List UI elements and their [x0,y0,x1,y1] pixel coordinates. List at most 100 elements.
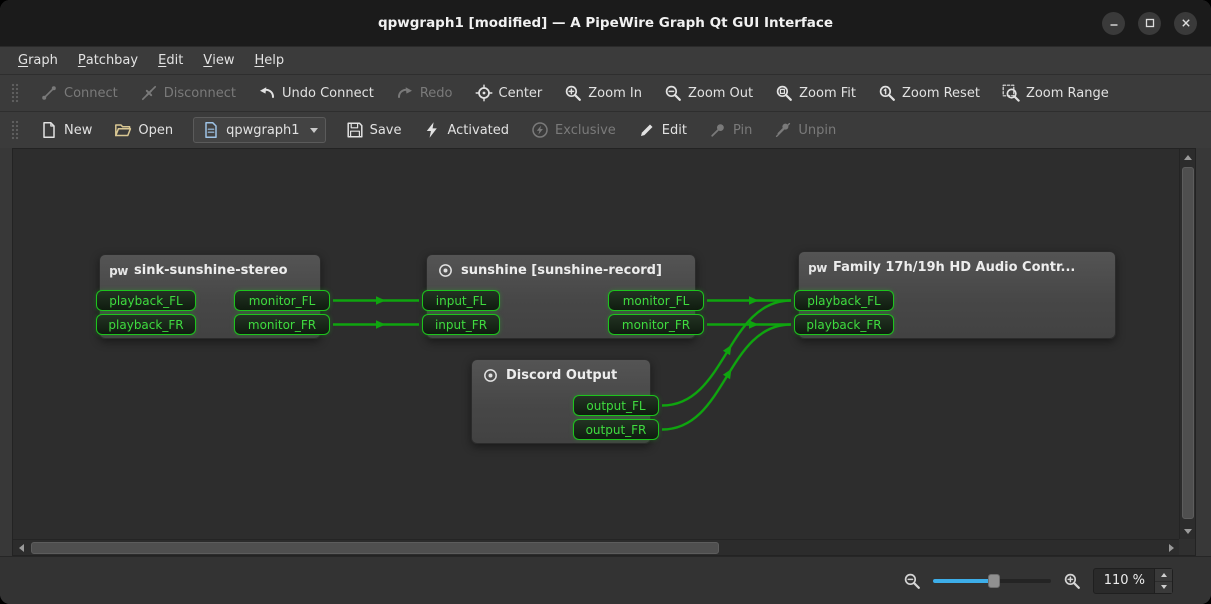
port-sink-playback_FR[interactable]: playback_FR [96,314,196,335]
vertical-scrollbar-handle[interactable] [1182,167,1194,519]
save-button[interactable]: Save [336,116,412,144]
node-header[interactable]: sunshine [sunshine-record] [427,255,695,286]
maximize-button[interactable] [1138,12,1161,35]
toolbar-label: Disconnect [164,86,236,101]
open-button[interactable]: Open [104,116,183,144]
node-header[interactable]: pwsink-sunshine-stereo [100,255,320,286]
undo-connect-button[interactable]: Undo Connect [248,79,384,107]
redo-button[interactable]: Redo [386,79,463,107]
open-folder-icon [114,121,132,139]
new-button[interactable]: New [30,116,102,144]
edit-button[interactable]: Edit [628,116,697,144]
app-window: qpwgraph1 [modified] — A PipeWire Graph … [0,0,1211,604]
spin-up-button[interactable] [1155,569,1172,581]
zoom-out-icon[interactable] [903,572,921,590]
port-sunshine-input_FR[interactable]: input_FR [422,314,500,335]
toolbar-drag-handle[interactable] [11,83,19,103]
zoom-slider-handle[interactable] [988,574,1000,588]
chevron-down-icon [310,128,318,133]
port-family-playback_FR[interactable]: playback_FR [794,314,894,335]
toolbar-main: Connect Disconnect Undo Connect RedoCenter Z… [0,74,1211,111]
wire-discord-output_FR-to-family-playback_FR[interactable] [662,325,791,430]
minimize-button[interactable] [1102,12,1125,35]
toolbar-label: Zoom In [588,86,642,101]
port-sunshine-input_FL[interactable]: input_FL [422,290,500,311]
toolbar-label: Connect [64,86,118,101]
wire-arrow-icon [749,296,759,304]
new-file-icon [40,121,58,139]
edit-icon [638,121,656,139]
pin-button[interactable]: Pin [699,116,762,144]
port-discord-output_FR[interactable]: output_FR [573,419,659,440]
graph-canvas[interactable]: pwsink-sunshine-stereoplayback_FLplaybac… [12,148,1196,556]
menu-view[interactable]: View [193,47,244,74]
unpin-icon [774,121,792,139]
scroll-right-icon[interactable] [1163,540,1179,556]
toolbar-label: Unpin [798,123,836,138]
zoom-out-icon [664,84,682,102]
spin-down-button[interactable] [1155,581,1172,593]
menu-help[interactable]: Help [244,47,294,74]
horizontal-scrollbar-handle[interactable] [31,542,719,554]
menu-graph[interactable]: Graph [8,47,68,74]
toolbar-drag-handle[interactable] [11,120,19,140]
port-sink-playback_FL[interactable]: playback_FL [96,290,196,311]
port-discord-output_FL[interactable]: output_FL [573,395,659,416]
disconnect-button[interactable]: Disconnect [130,79,246,107]
horizontal-scrollbar[interactable] [13,539,1179,555]
unpin-button[interactable]: Unpin [764,116,846,144]
zoom-reset-button[interactable]: Zoom Reset [868,79,990,107]
center-icon [475,84,493,102]
pin-icon [709,121,727,139]
media-node-icon [437,262,454,279]
vertical-scrollbar[interactable] [1179,149,1195,539]
center-button[interactable]: Center [465,79,553,107]
zoom-out-button[interactable]: Zoom Out [654,79,763,107]
zoom-range-icon [1002,84,1020,102]
port-family-playback_FL[interactable]: playback_FL [794,290,894,311]
zoom-in-icon[interactable] [1063,572,1081,590]
undo-icon [258,84,276,102]
scroll-left-icon[interactable] [13,540,29,556]
node-header[interactable]: Discord Output [472,360,650,391]
port-sink-monitor_FL[interactable]: monitor_FL [234,290,330,311]
window-controls [1102,0,1197,46]
activated-button[interactable]: Activated [413,116,519,144]
port-sunshine-monitor_FR[interactable]: monitor_FR [608,314,704,335]
connect-button[interactable]: Connect [30,79,128,107]
zoom-reset-icon [878,84,896,102]
statusbar: 110 % [0,556,1211,604]
patchbay-select[interactable]: qpwgraph1 [193,117,325,143]
redo-icon [396,84,414,102]
zoom-in-button[interactable]: Zoom In [554,79,652,107]
connection-wires [13,149,1179,539]
toolbar-label: Zoom Range [1026,86,1109,101]
disconnect-icon [140,84,158,102]
menu-patchbay[interactable]: Patchbay [68,47,148,74]
toolbar-label: Save [370,123,402,138]
zoom-fit-button[interactable]: Zoom Fit [765,79,866,107]
scroll-up-icon[interactable] [1180,149,1196,165]
node-header[interactable]: pwFamily 17h/19h HD Audio Contr... [799,252,1115,283]
wire-arrow-icon [376,296,386,304]
node-title: sunshine [sunshine-record] [461,263,662,278]
close-button[interactable] [1174,12,1197,35]
toolbar-label: Open [138,123,173,138]
port-sink-monitor_FR[interactable]: monitor_FR [234,314,330,335]
toolbar-file: New Open qpwgraph1 Save ActivatedExclusiveEd… [0,111,1211,148]
toolbar-label: Zoom Reset [902,86,980,101]
exclusive-button[interactable]: Exclusive [521,116,626,144]
graph-viewport[interactable]: pwsink-sunshine-stereoplayback_FLplaybac… [13,149,1179,539]
zoom-value: 110 % [1104,573,1145,588]
menu-edit[interactable]: Edit [148,47,193,74]
window-title: qpwgraph1 [modified] — A PipeWire Graph … [378,15,833,31]
scroll-down-icon[interactable] [1180,523,1196,539]
zoom-spinbox[interactable]: 110 % [1093,568,1173,594]
zoom-slider[interactable] [933,572,1051,590]
titlebar[interactable]: qpwgraph1 [modified] — A PipeWire Graph … [0,0,1211,46]
exclusive-icon [531,121,549,139]
toolbar-label: Zoom Out [688,86,753,101]
port-sunshine-monitor_FL[interactable]: monitor_FL [608,290,704,311]
toolbar-label: Undo Connect [282,86,374,101]
zoom-range-button[interactable]: Zoom Range [992,79,1119,107]
